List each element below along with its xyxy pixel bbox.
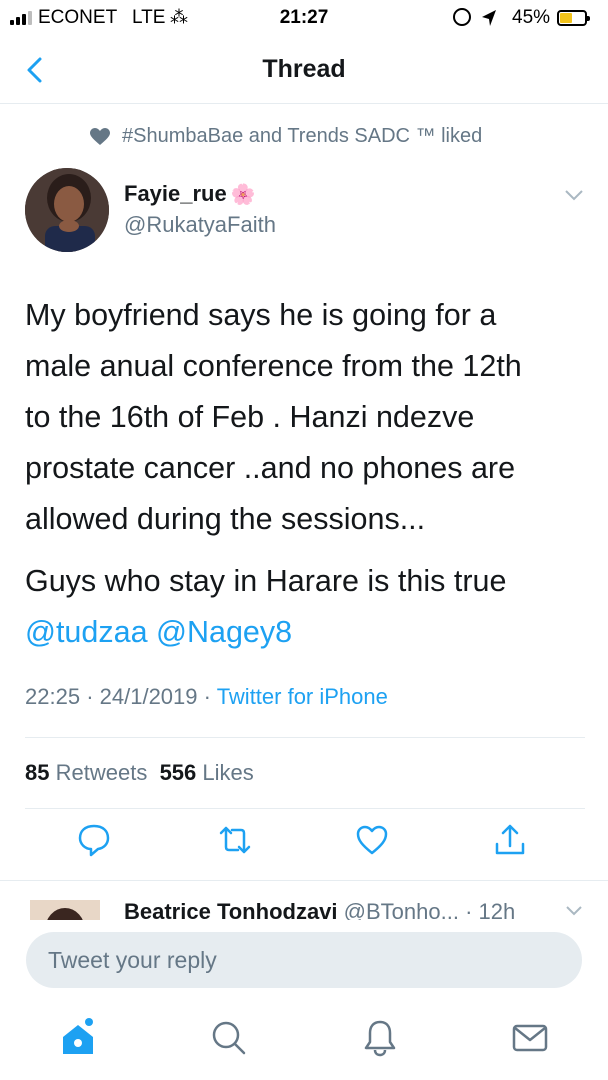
social-context: #ShumbaBae and Trends SADC ™ liked <box>90 125 482 148</box>
tweet-options-button[interactable] <box>564 188 584 207</box>
user-handle[interactable]: @RukatyaFaith <box>124 212 276 238</box>
home-icon <box>63 1018 93 1054</box>
display-name-text: Fayie_rue <box>124 181 227 206</box>
messages-icon <box>512 1024 548 1052</box>
tweet-time: 22:25 <box>25 684 81 709</box>
likes-stat[interactable]: 556 Likes <box>160 760 254 785</box>
share-icon <box>495 824 525 855</box>
divider <box>25 737 585 738</box>
rotation-lock-icon <box>453 8 471 26</box>
chevron-down-icon <box>566 906 582 916</box>
avatar[interactable] <box>25 168 109 252</box>
tweet-text-2: Guys who stay in Harare is this true @tu… <box>25 556 585 658</box>
reply-input[interactable] <box>26 932 582 988</box>
reply-header: Beatrice Tonhodzavi @BTonho... · 12h <box>124 899 515 922</box>
notifications-icon <box>364 1020 396 1057</box>
tweet-stats: 85 Retweets 556 Likes <box>25 760 254 786</box>
reply-handle: @BTonho... <box>343 899 459 922</box>
status-bar: ECONET LTE ⁂ 21:27 45% <box>0 0 608 36</box>
reply-icon <box>78 824 110 857</box>
reply-button[interactable] <box>76 822 116 862</box>
social-context-text[interactable]: #ShumbaBae and Trends SADC ™ liked <box>122 125 482 148</box>
tweet-text-line: to the 16th of Feb . Hanzi ndezve <box>25 400 475 434</box>
tweet-text-line: Guys who stay in Harare is this true <box>25 564 507 598</box>
tab-search[interactable] <box>209 1018 249 1058</box>
tweet-date: 24/1/2019 <box>99 684 198 709</box>
tweet-text-line: prostate cancer ..and no phones are <box>25 451 516 485</box>
reply-avatar[interactable] <box>30 900 100 922</box>
battery-percent: 45% <box>512 7 551 28</box>
tab-bar <box>0 1000 608 1080</box>
mention-links[interactable]: @tudzaa @Nagey8 <box>25 607 585 658</box>
reply-preview[interactable]: Beatrice Tonhodzavi @BTonho... · 12h <box>0 882 608 922</box>
tab-notifications[interactable] <box>360 1018 400 1058</box>
retweet-button[interactable] <box>217 822 257 862</box>
tweet-text-line: male anual conference from the 12th <box>25 349 522 383</box>
reply-time: · 12h <box>465 899 516 922</box>
like-button[interactable] <box>354 822 394 862</box>
tab-home[interactable] <box>58 1018 98 1058</box>
chevron-down-icon <box>565 190 583 201</box>
tweet-actions <box>0 822 608 872</box>
tweet-text-line: My boyfriend says he is going for a <box>25 298 497 332</box>
retweets-stat[interactable]: 85 Retweets <box>25 760 147 785</box>
like-icon <box>356 825 388 855</box>
retweet-icon <box>219 826 251 854</box>
heart-icon <box>90 127 110 145</box>
battery-icon <box>557 10 590 26</box>
flower-emoji: 🌸 <box>230 183 256 206</box>
separator <box>0 880 608 881</box>
tweet-text-line: allowed during the sessions... <box>25 502 426 536</box>
share-button[interactable] <box>492 822 532 862</box>
tweet-source[interactable]: Twitter for iPhone <box>217 684 388 709</box>
location-icon <box>480 8 498 34</box>
tab-messages[interactable] <box>510 1018 550 1058</box>
display-name[interactable]: Fayie_rue 🌸 <box>124 181 256 207</box>
reply-display-name[interactable]: Beatrice Tonhodzavi <box>124 899 338 922</box>
tweet-text: My boyfriend says he is going for a male… <box>25 290 585 545</box>
search-icon <box>212 1021 246 1055</box>
tweet-meta: 22:25 · 24/1/2019 · Twitter for iPhone <box>25 684 388 709</box>
divider <box>25 808 585 809</box>
page-title: Thread <box>262 55 346 83</box>
navigation-bar: Thread <box>0 36 608 104</box>
